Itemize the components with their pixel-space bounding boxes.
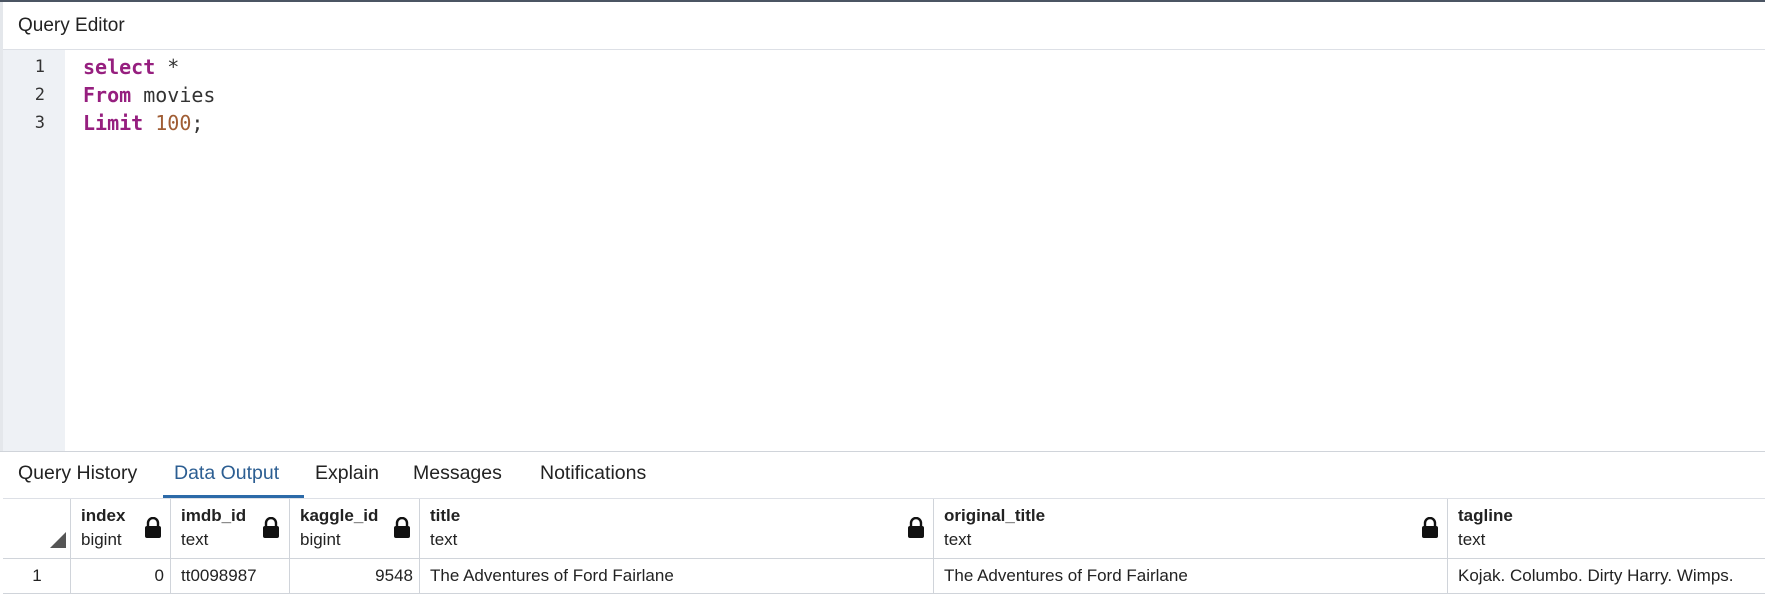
cell-kaggle-id[interactable]: 9548 bbox=[290, 559, 420, 593]
line-number-gutter: 1 2 3 bbox=[3, 50, 65, 451]
cell-value: 0 bbox=[154, 566, 164, 585]
resize-corner-icon bbox=[50, 532, 66, 548]
tab-data-output[interactable]: Data Output bbox=[174, 462, 279, 491]
sql-keyword: From bbox=[83, 83, 132, 107]
column-type: text bbox=[944, 530, 972, 549]
sql-text: ; bbox=[191, 111, 204, 135]
column-name: imdb_id bbox=[181, 506, 247, 525]
column-type: text bbox=[1458, 530, 1486, 549]
tab-explain[interactable]: Explain bbox=[315, 462, 379, 491]
column-header-kaggle-id[interactable]: kaggle_id bigint bbox=[290, 499, 420, 558]
line-number: 1 bbox=[34, 57, 45, 77]
code-line-2[interactable]: From movies bbox=[83, 83, 215, 107]
column-header-original-title[interactable]: original_title text bbox=[934, 499, 1448, 558]
column-header-title[interactable]: title text bbox=[420, 499, 934, 558]
cell-value: The Adventures of Ford Fairlane bbox=[944, 566, 1188, 585]
row-number: 1 bbox=[32, 566, 42, 585]
column-name: tagline bbox=[1458, 506, 1513, 525]
cell-value: Kojak. Columbo. Dirty Harry. Wimps. bbox=[1458, 566, 1734, 585]
row-number-cell[interactable]: 1 bbox=[3, 559, 71, 593]
column-header-tagline[interactable]: tagline text bbox=[1448, 499, 1765, 558]
lock-icon bbox=[145, 517, 161, 538]
query-editor-panel: Query Editor 1 2 3 select * From movies … bbox=[0, 2, 1765, 451]
code-line-1[interactable]: select * bbox=[83, 55, 179, 79]
sql-keyword: Limit bbox=[83, 111, 144, 135]
tab-messages[interactable]: Messages bbox=[413, 462, 502, 491]
sql-text: movies bbox=[131, 83, 216, 107]
code-editor[interactable]: 1 2 3 select * From movies Limit 100; bbox=[3, 50, 1765, 451]
cell-tagline[interactable]: Kojak. Columbo. Dirty Harry. Wimps. bbox=[1448, 559, 1765, 593]
cell-imdb-id[interactable]: tt0098987 bbox=[171, 559, 290, 593]
sql-text: * bbox=[155, 55, 180, 79]
lock-icon bbox=[394, 517, 410, 538]
column-name: original_title bbox=[944, 506, 1046, 525]
table-row[interactable]: 1 0 tt0098987 9548 The Adventures of For… bbox=[3, 559, 1765, 594]
lock-icon bbox=[1422, 517, 1438, 538]
column-name: kaggle_id bbox=[300, 506, 379, 525]
cell-value: The Adventures of Ford Fairlane bbox=[430, 566, 674, 585]
active-tab-indicator bbox=[163, 495, 304, 498]
results-panel: Query History Data Output Explain Messag… bbox=[0, 451, 1765, 600]
tab-query-history[interactable]: Query History bbox=[18, 462, 137, 491]
lock-icon bbox=[908, 517, 924, 538]
cell-index[interactable]: 0 bbox=[71, 559, 171, 593]
column-header-index[interactable]: index bigint bbox=[71, 499, 171, 558]
line-number: 2 bbox=[34, 85, 45, 105]
column-name: index bbox=[81, 506, 126, 525]
column-type: bigint bbox=[81, 530, 122, 549]
cell-value: 9548 bbox=[375, 566, 413, 585]
sql-keyword: select bbox=[83, 55, 156, 79]
sql-number: 100 bbox=[155, 111, 192, 135]
column-type: text bbox=[430, 530, 458, 549]
cell-original-title[interactable]: The Adventures of Ford Fairlane bbox=[934, 559, 1448, 593]
code-line-3[interactable]: Limit 100; bbox=[83, 111, 203, 135]
data-output-grid: index bigint imdb_id text kaggle_id bigi… bbox=[3, 499, 1765, 600]
cell-value: tt0098987 bbox=[181, 566, 257, 585]
column-type: bigint bbox=[300, 530, 341, 549]
grid-header-row: index bigint imdb_id text kaggle_id bigi… bbox=[3, 499, 1765, 559]
column-type: text bbox=[181, 530, 209, 549]
lock-icon bbox=[263, 517, 279, 538]
select-all-corner[interactable] bbox=[3, 499, 71, 558]
tab-notifications[interactable]: Notifications bbox=[540, 462, 646, 491]
line-number: 3 bbox=[34, 113, 45, 133]
results-tabbar: Query History Data Output Explain Messag… bbox=[3, 452, 1765, 499]
cell-title[interactable]: The Adventures of Ford Fairlane bbox=[420, 559, 934, 593]
query-editor-title: Query Editor bbox=[18, 15, 125, 36]
query-editor-header: Query Editor bbox=[3, 2, 1765, 50]
column-name: title bbox=[430, 506, 461, 525]
column-header-imdb-id[interactable]: imdb_id text bbox=[171, 499, 290, 558]
